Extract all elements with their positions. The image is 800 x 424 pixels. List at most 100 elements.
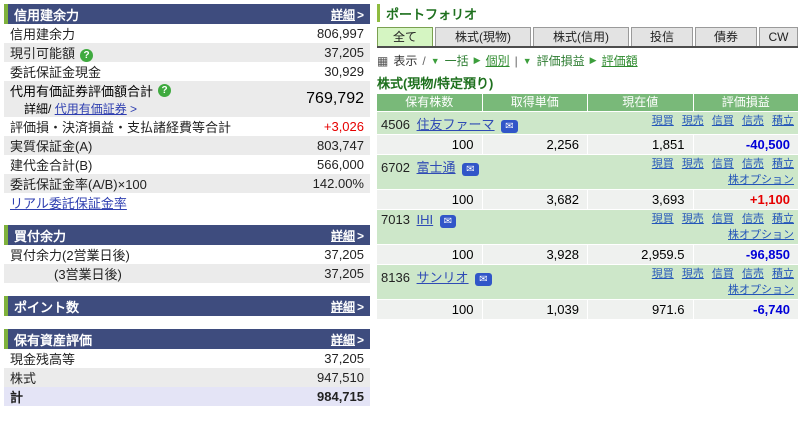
row-buying-power-2d: 買付余力(2営業日後) 37,205 xyxy=(4,245,370,264)
cell-price: 2,959.5 xyxy=(587,245,693,264)
row-margin-power: 信用建余力 806,997 xyxy=(4,24,370,43)
stock-name-link[interactable]: IHI xyxy=(417,212,434,227)
mail-alert-icon[interactable]: ✉ xyxy=(462,163,479,176)
row-value: 806,997 xyxy=(317,26,364,41)
buying-power-detail-link[interactable]: 詳細 > xyxy=(331,227,364,244)
detail-link-label: 詳細 xyxy=(330,228,355,243)
cell-shares: 100 xyxy=(451,302,474,317)
holdings-table-header: 保有株数 取得単価 現在値 評価損益 xyxy=(377,94,798,111)
row-value: 566,000 xyxy=(317,157,364,172)
action-stock-option[interactable]: 株オプション xyxy=(728,284,794,296)
action-stock-option[interactable]: 株オプション xyxy=(728,174,794,186)
action-cash-buy[interactable]: 現買 xyxy=(652,115,674,127)
action-margin-sell[interactable]: 信売 xyxy=(742,158,764,170)
action-cash-buy[interactable]: 現買 xyxy=(652,213,674,225)
asset-valuation-detail-link[interactable]: 詳細 > xyxy=(331,331,364,348)
stock-identity: 8136 サンリオ ✉ xyxy=(381,266,492,298)
tab-stock-margin[interactable]: 株式(信用) xyxy=(533,27,629,46)
cell-pl: -6,740 xyxy=(692,300,799,319)
action-cash-buy[interactable]: 現買 xyxy=(652,158,674,170)
action-links-line: 現買 現売 信買 信売 積立 xyxy=(647,211,794,227)
mail-alert-icon[interactable]: ✉ xyxy=(501,120,518,133)
account-summary-column: 信用建余力 詳細 > 信用建余力 806,997 現引可能額? 37,205 委託… xyxy=(4,4,370,419)
mail-alert-icon[interactable]: ✉ xyxy=(475,273,492,286)
valuation-view-link[interactable]: 評価額 xyxy=(602,52,638,69)
help-icon[interactable]: ? xyxy=(80,49,94,62)
action-cash-sell[interactable]: 現売 xyxy=(682,158,704,170)
help-icon[interactable]: ? xyxy=(158,84,172,97)
header-shares: 保有株数 xyxy=(405,95,454,109)
portfolio-column: ポートフォリオ 全て 株式(現物) 株式(信用) 投信 債券 CW ▦ 表示 /… xyxy=(377,4,798,419)
points-detail-link[interactable]: 詳細 > xyxy=(331,298,364,315)
realtime-margin-ratio-link[interactable]: リアル委託保証金率 xyxy=(10,193,127,212)
substitute-securities-link[interactable]: 代用有価証券 xyxy=(55,102,127,116)
row-deposit-cash: 委託保証金現金 30,929 xyxy=(4,62,370,81)
row-value: 142.00% xyxy=(312,176,364,191)
cell-pl: +1,100 xyxy=(692,190,799,209)
row-real-margin-a: 実質保証金(A) 803,747 xyxy=(4,136,370,155)
action-cash-sell[interactable]: 現売 xyxy=(682,115,704,127)
panel-asset-valuation: 保有資産評価 詳細 > 現金残高等 37,205 株式 947,510 計 984… xyxy=(4,329,370,406)
stock-name-link[interactable]: サンリオ xyxy=(417,270,469,285)
action-margin-buy[interactable]: 信買 xyxy=(712,268,734,280)
row-label: 計 xyxy=(10,390,24,405)
cell-cost: 3,682 xyxy=(481,190,588,209)
buying-power-header: 買付余力 詳細 > xyxy=(4,225,370,245)
row-value-positive: +3,026 xyxy=(323,119,364,134)
action-margin-buy[interactable]: 信買 xyxy=(712,213,734,225)
row-label: 建代金合計(B) xyxy=(10,158,93,173)
row-margin-ratio: 委託保証金率(A/B)×100 142.00% xyxy=(4,174,370,193)
header-cost: 取得単価 xyxy=(481,94,588,111)
stock-name-link[interactable]: 住友ファーマ xyxy=(417,117,495,132)
cell-cost: 2,256 xyxy=(481,135,588,154)
action-accumulate[interactable]: 積立 xyxy=(772,115,794,127)
display-label[interactable]: 表示 xyxy=(393,52,417,69)
action-margin-buy[interactable]: 信買 xyxy=(712,115,734,127)
table-grid-icon: ▦ xyxy=(377,53,389,68)
action-cash-buy[interactable]: 現買 xyxy=(652,268,674,280)
tab-all[interactable]: 全て xyxy=(377,27,433,46)
action-margin-buy[interactable]: 信買 xyxy=(712,158,734,170)
action-cash-sell[interactable]: 現売 xyxy=(682,213,704,225)
action-accumulate[interactable]: 積立 xyxy=(772,213,794,225)
mail-alert-icon[interactable]: ✉ xyxy=(439,215,457,228)
triangle-down-icon: ▼ xyxy=(430,55,440,66)
points-title: ポイント数 xyxy=(14,299,80,315)
action-links-line: 株オプション xyxy=(647,227,794,243)
action-margin-sell[interactable]: 信売 xyxy=(742,213,764,225)
asset-valuation-header: 保有資産評価 詳細 > xyxy=(4,329,370,349)
chevron-right-icon: > xyxy=(356,228,364,243)
stock-value-row: 100 3,682 3,693 +1,100 xyxy=(377,190,798,209)
row-cash-balance: 現金残高等 37,205 xyxy=(4,349,370,368)
row-label-text: 現引可能額 xyxy=(10,46,76,61)
row-pl-total: 評価損・決済損益・支払諸経費等合計 +3,026 xyxy=(4,117,370,136)
row-value: 803,747 xyxy=(317,138,364,153)
individual-mode-link[interactable]: 個別 xyxy=(486,52,510,69)
stock-name-link[interactable]: 富士通 xyxy=(417,160,456,175)
stock-actions: 現買 現売 信買 信売 積立 株オプション xyxy=(647,211,794,243)
action-links-line: 株オプション xyxy=(647,282,794,298)
tab-stock-cash[interactable]: 株式(現物) xyxy=(435,27,531,46)
action-accumulate[interactable]: 積立 xyxy=(772,158,794,170)
batch-mode-label[interactable]: 一括 xyxy=(445,52,469,69)
tab-bonds[interactable]: 債券 xyxy=(695,27,757,46)
cell-shares: 100 xyxy=(451,192,474,207)
action-margin-sell[interactable]: 信売 xyxy=(742,115,764,127)
header-pl: 評価損益 xyxy=(692,94,799,111)
stock-value-row: 100 3,928 2,959.5 -96,850 xyxy=(377,245,798,264)
tab-cw[interactable]: CW xyxy=(759,27,798,46)
toolbar-separator: | xyxy=(514,53,518,68)
action-accumulate[interactable]: 積立 xyxy=(772,268,794,280)
panel-points: ポイント数 詳細 > xyxy=(4,296,370,316)
pl-view-label[interactable]: 評価損益 xyxy=(537,52,585,69)
row-label: 委託保証金現金 xyxy=(10,65,102,80)
tab-funds[interactable]: 投信 xyxy=(631,27,693,46)
action-links-line: 現買 現売 信買 信売 積立 xyxy=(647,156,794,172)
action-cash-sell[interactable]: 現売 xyxy=(682,268,704,280)
stock-name-row: 6702 富士通 ✉ 現買 現売 信買 信売 積立 株オプション xyxy=(377,155,798,189)
row-substitute-securities: 代用有価証券評価額合計? 詳細/ 代用有価証券 > 769,792 xyxy=(4,81,370,117)
action-margin-sell[interactable]: 信売 xyxy=(742,268,764,280)
margin-power-detail-link[interactable]: 詳細 > xyxy=(331,6,364,23)
action-stock-option[interactable]: 株オプション xyxy=(728,229,794,241)
portfolio-tabs: 全て 株式(現物) 株式(信用) 投信 債券 CW xyxy=(377,27,798,48)
